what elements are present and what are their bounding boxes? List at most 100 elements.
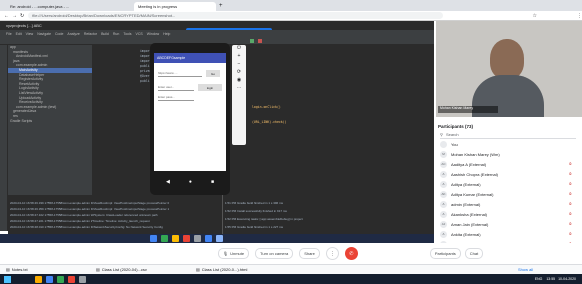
app-icon[interactable] [46,275,53,283]
mic-off-icon: ⦸ [569,211,572,216]
camera-button[interactable]: Turn on camera [255,248,294,259]
rotate-icon[interactable]: ⟳ [232,69,246,77]
start-icon[interactable] [4,275,11,283]
menu-help[interactable]: Help [163,32,170,36]
app-icon[interactable] [172,235,179,242]
chat-button[interactable]: Chat [464,248,484,259]
participant-row[interactable]: A Aditya (External) ⦸ [434,179,582,189]
app-icon[interactable] [216,235,223,242]
pass-input[interactable]: Enter pass... [158,95,194,101]
more-options-icon[interactable]: ⋮ [325,247,339,260]
menu-view[interactable]: View [26,32,34,36]
menu-run[interactable]: Run [113,32,119,36]
participant-row[interactable]: AK Aditya Kumar (External) ⦸ [434,189,582,199]
avatar: A [440,170,447,178]
forward-icon[interactable]: → [12,13,17,19]
tree-item[interactable]: Gradle Scripts [8,119,92,124]
participant-search[interactable]: ⚲ Search [440,131,576,139]
search-icon: ⚲ [440,132,443,137]
download-item[interactable]: ▤ Class List (2020-0...).html [196,267,296,272]
bookmark-icon[interactable]: ☆ [533,13,537,19]
mic-off-icon: ⦸ [569,161,572,166]
participant-row[interactable]: A Aashish Chopra (External) ⦸ [434,169,582,179]
volume-down-icon[interactable]: − [232,61,246,69]
url-input[interactable]: https://www..... [158,71,202,77]
android-emulator: ABCDEFGsample https://www..... Go Enter … [150,43,230,195]
system-tray: ENG 13:55 10-04-2020 [534,277,576,281]
app-icon[interactable] [35,275,42,283]
download-item[interactable]: ▤ Class List (2020-04)...csv [96,267,196,272]
back-nav-icon[interactable]: ◀ [166,179,170,185]
run-icon[interactable] [250,39,254,43]
participants-button[interactable]: Participants [429,248,461,259]
menu-window[interactable]: Window [147,32,159,36]
address-bar: ← → ↻ file:///Users/android/Desktop/Bria… [0,11,582,21]
power-icon[interactable]: ⏻ [232,45,246,53]
end-call-icon[interactable]: ✆ [344,247,358,260]
menu-navigate[interactable]: Navigate [37,32,51,36]
volume-up-icon[interactable]: + [232,53,246,61]
menu-icon[interactable]: ⋮ [577,13,582,19]
app-bar: ABCDEFGsample [154,53,226,63]
participant-row[interactable]: A Akanksha (External) ⦸ [434,209,582,219]
back-icon[interactable]: ← [4,13,9,19]
code-editor[interactable]: import android... import android... impo… [92,45,434,195]
login-button[interactable]: login [198,84,222,91]
menu-tools[interactable]: Tools [123,32,131,36]
url-field[interactable]: file:///Users/android/Desktop/Brian/Down… [28,12,443,19]
stop-icon[interactable] [258,39,262,43]
user-input[interactable]: Enter user... [158,85,194,91]
project-tree: app manifests AndroidManifest.xml java c… [8,45,92,195]
participant-row[interactable]: AJ Aman Jain (External) ⦸ [434,219,582,229]
menu-build[interactable]: Build [101,32,109,36]
menu-code[interactable]: Code [55,32,63,36]
go-button[interactable]: Go [206,70,220,77]
participant-row[interactable]: M Mohan Kishan Marey (Wm) [434,149,582,159]
browser-tab-active[interactable]: Meeting is in progress [134,2,216,11]
unmute-button[interactable]: 🎙 Unmute [218,248,250,259]
participant-row[interactable]: You [434,139,582,149]
app-icon[interactable] [194,235,201,242]
participant-row[interactable]: AC Aaditya A (External) ⦸ [434,159,582,169]
file-icon: ▤ [196,267,200,272]
browser-tab-bar: Re: android - ...computer.java - ... Mee… [0,0,582,11]
os-taskbar: ENG 13:55 10-04-2020 [0,274,582,284]
file-icon: ▤ [96,267,100,272]
menu-file[interactable]: File [6,32,12,36]
camera-icon[interactable]: ◉ [232,77,246,85]
app-icon[interactable] [57,275,64,283]
share-button[interactable]: Share [299,248,320,259]
meet-controls: 🎙 Unmute Turn on camera Share ⋮ ✆ Partici… [0,243,582,264]
menu-analyze[interactable]: Analyze [67,32,79,36]
ide-window-title: xyzprojects [...] ABC [6,23,42,28]
menu-edit[interactable]: Edit [16,32,22,36]
app-icon[interactable] [68,275,75,283]
mic-icon: 🎙 [223,251,229,256]
app-icon[interactable] [150,235,157,242]
browser-tab[interactable]: Re: android - ...computer.java - ... [6,2,134,11]
app-icon[interactable] [205,235,212,242]
mic-off-icon: ⦸ [569,181,572,186]
avatar [440,140,447,148]
participants-list: Participants (73) ⚲ Search You M Mohan Ki… [434,121,582,248]
home-nav-icon[interactable]: ● [189,179,192,185]
download-item[interactable]: ▤ Notes.txt [6,267,96,272]
menu-vcs[interactable]: VCS [135,32,142,36]
more-icon[interactable]: ⋯ [232,85,246,93]
avatar: A [440,200,447,208]
app-icon[interactable] [79,275,86,283]
participant-row[interactable]: A Ankita (External) ⦸ [434,229,582,239]
show-all-button[interactable]: Show all [518,267,533,272]
mic-off-icon: ⦸ [569,201,572,206]
avatar: AK [440,190,447,198]
emulator-side-controls: ⏻ + − ⟳ ◉ ⋯ [232,45,246,145]
app-icon[interactable] [161,235,168,242]
reload-icon[interactable]: ↻ [20,13,24,19]
emulator-screen[interactable]: ABCDEFGsample https://www..... Go Enter … [154,53,226,171]
app-icon[interactable] [183,235,190,242]
speaker-label: Mohan Kishan Marey [438,106,498,113]
menu-refactor[interactable]: Refactor [84,32,97,36]
recents-nav-icon[interactable]: ■ [211,179,214,185]
participant-row[interactable]: Aadmin (External) ⦸ [434,199,582,209]
new-tab-icon[interactable]: + [219,3,223,9]
